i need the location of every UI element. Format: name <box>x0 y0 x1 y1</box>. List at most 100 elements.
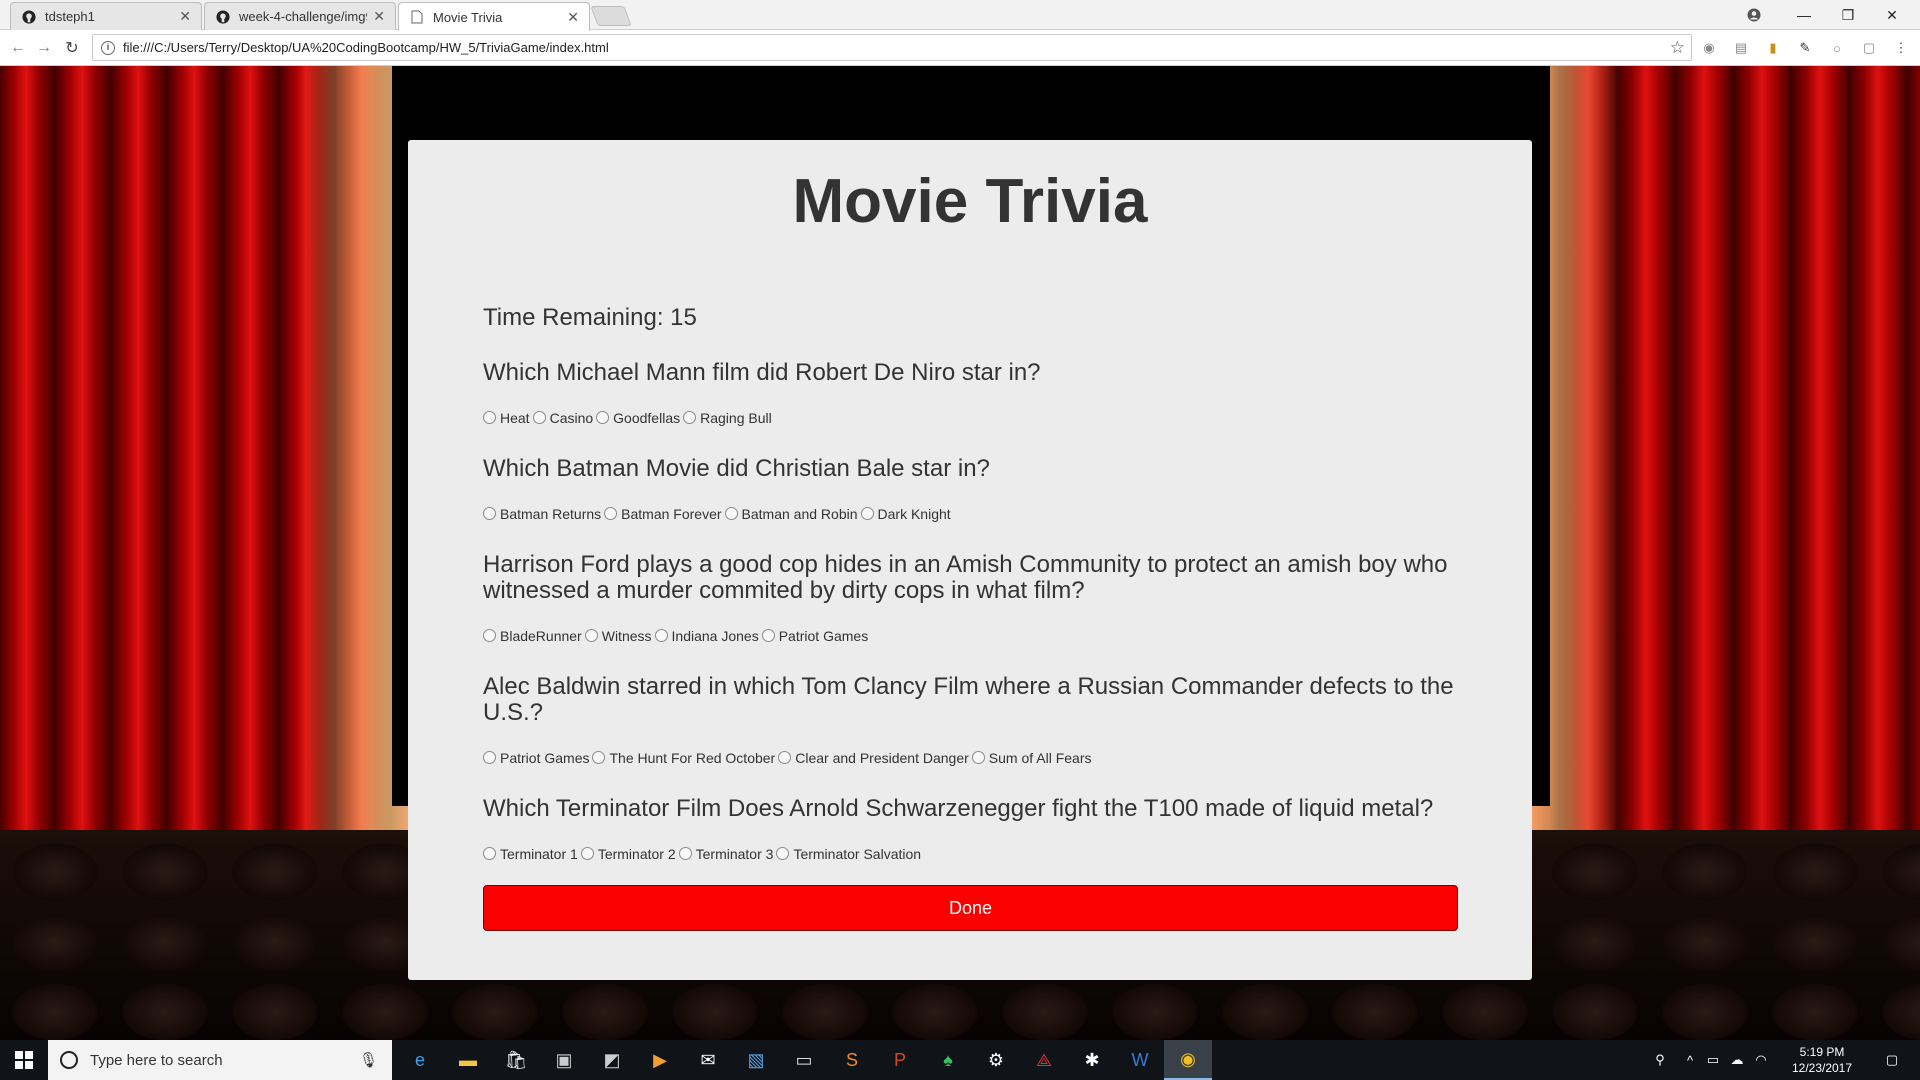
answer-option[interactable]: BladeRunner <box>483 628 582 644</box>
onedrive-icon[interactable]: ☁ <box>1726 1040 1748 1080</box>
question-5: Which Terminator Film Does Arnold Schwar… <box>483 795 1434 822</box>
answer-option[interactable]: The Hunt For Red October <box>592 750 775 766</box>
radio-button[interactable] <box>483 750 496 764</box>
answer-option[interactable]: Goodfellas <box>596 410 680 426</box>
radio-button[interactable] <box>654 628 668 642</box>
system-clock[interactable]: 5:19 PM 12/23/2017 <box>1780 1044 1864 1076</box>
done-button[interactable]: Done <box>483 885 1458 931</box>
pen-icon[interactable]: ✎ <box>1796 39 1814 57</box>
radio-button[interactable] <box>596 410 610 424</box>
radio-button[interactable] <box>580 846 594 860</box>
word-icon[interactable]: W <box>1116 1040 1164 1080</box>
terminal-icon[interactable]: ▭ <box>780 1040 828 1080</box>
new-tab-button[interactable] <box>590 6 632 26</box>
answer-option[interactable]: Clear and President Danger <box>778 750 969 766</box>
close-icon[interactable]: ✕ <box>373 8 385 25</box>
windows-start-icon[interactable] <box>0 1040 48 1080</box>
answer-option[interactable]: Terminator 3 <box>678 846 773 862</box>
tab-movie-trivia[interactable]: Movie Trivia ✕ <box>398 2 590 31</box>
radio-button[interactable] <box>724 506 738 520</box>
chevron-up-icon[interactable]: ^ <box>1680 1040 1700 1080</box>
trivia-card: Movie Trivia Time Remaining: 15 Which Mi… <box>408 140 1532 980</box>
powerpoint-icon[interactable]: P <box>876 1040 924 1080</box>
answer-option[interactable]: Batman Forever <box>604 506 722 522</box>
settings-gear-icon[interactable]: ⚙ <box>972 1040 1020 1080</box>
radio-button[interactable] <box>683 410 697 424</box>
close-window-icon[interactable]: ✕ <box>1870 0 1914 30</box>
extension-icon[interactable]: ▢ <box>1860 39 1878 57</box>
edge-icon[interactable]: e <box>396 1040 444 1080</box>
answer-option[interactable]: Raging Bull <box>683 410 772 426</box>
address-bar[interactable]: i file:///C:/Users/Terry/Desktop/UA%20Co… <box>92 34 1692 61</box>
tab-week-4-challenge[interactable]: week-4-challenge/img9.j ✕ <box>204 2 396 30</box>
taskbar-search[interactable]: Type here to search 🎙 <box>48 1040 392 1080</box>
acrobat-icon[interactable]: ⟁ <box>1020 1040 1068 1080</box>
tab-title: week-4-challenge/img9.j <box>239 9 368 24</box>
people-icon[interactable]: ⚲ <box>1648 1040 1672 1080</box>
radio-button[interactable] <box>532 410 546 424</box>
wifi-icon[interactable]: ◠ <box>1750 1040 1772 1080</box>
radio-button[interactable] <box>678 846 692 860</box>
app-icon[interactable]: ▣ <box>540 1040 588 1080</box>
reload-icon[interactable]: ↻ <box>62 38 82 58</box>
minimize-icon[interactable]: — <box>1782 0 1826 30</box>
battery-icon[interactable]: ▭ <box>1702 1040 1724 1080</box>
answer-option[interactable]: Patriot Games <box>761 628 868 644</box>
tab-tdsteph1[interactable]: tdsteph1 ✕ <box>10 2 202 30</box>
radio-button[interactable] <box>592 750 606 764</box>
radio-button[interactable] <box>860 506 874 520</box>
radio-button[interactable] <box>604 506 618 520</box>
close-icon[interactable]: ✕ <box>567 9 579 26</box>
answer-option[interactable]: Dark Knight <box>860 506 951 522</box>
microphone-icon[interactable]: 🎙 <box>359 1051 378 1069</box>
answer-option[interactable]: Witness <box>584 628 652 644</box>
back-icon[interactable]: ← <box>8 38 28 58</box>
mail-icon[interactable]: ✉ <box>684 1040 732 1080</box>
option-label: Sum of All Fears <box>988 750 1092 766</box>
bookmark-star-icon[interactable]: ☆ <box>1670 38 1685 58</box>
answer-option[interactable]: Batman Returns <box>483 506 601 522</box>
notifications-icon[interactable]: ▢ <box>1872 1040 1912 1080</box>
radio-button[interactable] <box>971 750 985 764</box>
page-title: Movie Trivia <box>792 167 1148 236</box>
radio-button[interactable] <box>584 628 598 642</box>
answer-option[interactable]: Casino <box>532 410 593 426</box>
menu-icon[interactable]: ⋮ <box>1892 39 1910 57</box>
restore-icon[interactable]: ❐ <box>1826 0 1870 30</box>
extension-icon[interactable]: ○ <box>1828 39 1846 57</box>
question-1: Which Michael Mann film did Robert De Ni… <box>483 359 1041 386</box>
extension-icon[interactable]: ▤ <box>1732 39 1750 57</box>
answer-option[interactable]: Heat <box>483 410 530 426</box>
answer-option[interactable]: Patriot Games <box>483 750 589 766</box>
option-label: Dark Knight <box>877 506 951 522</box>
app-icon[interactable]: ◩ <box>588 1040 636 1080</box>
info-icon[interactable]: i <box>101 40 115 55</box>
answer-option[interactable]: Terminator 2 <box>580 846 676 862</box>
extension-icon[interactable]: ▮ <box>1764 39 1782 57</box>
radio-button[interactable] <box>483 628 496 642</box>
answer-option[interactable]: Terminator 1 <box>483 846 578 862</box>
radio-button[interactable] <box>761 628 775 642</box>
app-icon[interactable]: ✱ <box>1068 1040 1116 1080</box>
store-icon[interactable]: 🛍 <box>492 1040 540 1080</box>
radio-button[interactable] <box>483 506 496 520</box>
radio-button[interactable] <box>778 750 792 764</box>
sublime-text-icon[interactable]: S <box>828 1040 876 1080</box>
file-explorer-icon[interactable]: ▬ <box>444 1040 492 1080</box>
app-icon[interactable]: ♠ <box>924 1040 972 1080</box>
radio-button[interactable] <box>776 846 790 860</box>
radio-button[interactable] <box>483 410 496 424</box>
answer-option[interactable]: Indiana Jones <box>654 628 759 644</box>
radio-button[interactable] <box>483 846 496 860</box>
answer-option[interactable]: Terminator Salvation <box>776 846 921 862</box>
answer-option[interactable]: Batman and Robin <box>724 506 858 522</box>
extension-icon[interactable]: ◉ <box>1700 39 1718 57</box>
answer-option[interactable]: Sum of All Fears <box>971 750 1092 766</box>
profile-icon[interactable] <box>1732 0 1776 30</box>
close-icon[interactable]: ✕ <box>179 8 191 25</box>
chrome-icon[interactable]: ◉ <box>1164 1040 1212 1080</box>
app-icon[interactable]: ▧ <box>732 1040 780 1080</box>
media-player-icon[interactable]: ▶ <box>636 1040 684 1080</box>
browser-toolbar: ← → ↻ i file:///C:/Users/Terry/Desktop/U… <box>0 30 1920 66</box>
forward-icon[interactable]: → <box>34 38 54 58</box>
